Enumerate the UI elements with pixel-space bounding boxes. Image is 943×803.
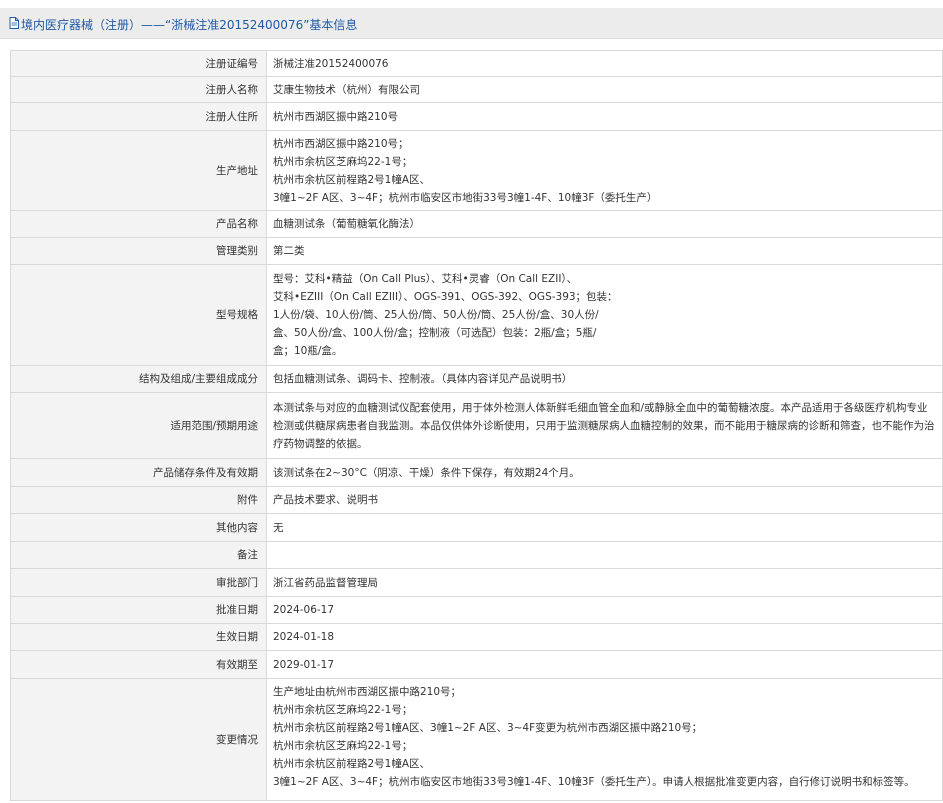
field-value: 第二类 xyxy=(266,237,943,265)
field-value: 型号：艾科•精益（On Call Plus）、艾科•灵睿（On Call EZI… xyxy=(266,264,943,366)
field-value-line: 杭州市西湖区振中路210号 xyxy=(273,110,399,123)
page-title: 境内医疗器械（注册）——“浙械注准20152400076”基本信息 xyxy=(21,18,358,32)
info-row: 产品储存条件及有效期 该测试条在2~30°C（阴凉、干燥）条件下保存，有效期24个… xyxy=(10,458,943,487)
field-value: 浙械注准20152400076 xyxy=(266,50,943,77)
field-label: 有效期至 xyxy=(10,650,267,679)
field-value: 杭州市西湖区振中路210号 xyxy=(266,102,943,131)
field-label: 产品储存条件及有效期 xyxy=(10,458,267,487)
info-row: 生产地址 杭州市西湖区振中路210号； 杭州市余杭区芝麻坞22-1号； 杭州市余杭区前… xyxy=(10,130,943,211)
field-value-line: 杭州市余杭区芝麻坞22-1号； xyxy=(273,704,413,716)
field-value: 浙江省药品监督管理局 xyxy=(266,568,943,597)
info-row: 生效日期 2024-01-18 xyxy=(10,623,943,651)
field-label: 生效日期 xyxy=(10,623,267,651)
field-value: 该测试条在2~30°C（阴凉、干燥）条件下保存，有效期24个月。 xyxy=(266,458,943,487)
field-value-line: 3幢1~2F A区、3~4F；杭州市临安区市地街33号3幢1-4F、10幢3F（… xyxy=(273,776,915,788)
info-table: 注册证编号 浙械注准20152400076 注册人名称 艾康生物技术（杭州）有限公司注… xyxy=(10,50,943,801)
document-icon xyxy=(9,17,19,29)
field-value-line: 浙械注准20152400076 xyxy=(273,57,389,70)
info-row: 变更情况 生产地址由杭州市西湖区振中路210号； 杭州市余杭区芝麻坞22-1号； 杭州… xyxy=(10,678,943,801)
info-row: 管理类别 第二类 xyxy=(10,237,943,265)
info-row: 有效期至 2029-01-17 xyxy=(10,650,943,679)
info-row: 适用范围/预期用途 本测试条与对应的血糖测试仪配套使用，用于体外检测人体新鲜毛细血… xyxy=(10,392,943,459)
field-value-line: 艾科•EZIII（On Call EZIII）、OGS-391、OGS-392、… xyxy=(273,291,618,303)
field-value-line: 第二类 xyxy=(273,245,305,257)
info-row: 备注 xyxy=(10,541,943,569)
field-value-line: 本测试条与对应的血糖测试仪配套使用，用于体外检测人体新鲜毛细血管全血和/或静脉全… xyxy=(273,401,935,450)
field-label: 变更情况 xyxy=(10,678,267,801)
field-label: 适用范围/预期用途 xyxy=(10,392,267,459)
info-row: 结构及组成/主要组成成分 包括血糖测试条、调码卡、控制液。（具体内容详见产品说明书… xyxy=(10,365,943,393)
info-row: 审批部门 浙江省药品监督管理局 xyxy=(10,568,943,597)
info-row: 型号规格 型号：艾科•精益（On Call Plus）、艾科•灵睿（On Call… xyxy=(10,264,943,366)
field-value-line: 杭州市余杭区前程路2号1幢A区、 xyxy=(273,173,431,186)
field-label: 管理类别 xyxy=(10,237,267,265)
info-row: 批准日期 2024-06-17 xyxy=(10,596,943,624)
field-value-line: 浙江省药品监督管理局 xyxy=(273,576,378,589)
field-value xyxy=(266,541,943,569)
page-header: 境内医疗器械（注册）——“浙械注准20152400076”基本信息 xyxy=(0,8,943,39)
field-value: 无 xyxy=(266,513,943,542)
field-label: 型号规格 xyxy=(10,264,267,366)
field-value-line: 杭州市余杭区芝麻坞22-1号； xyxy=(273,740,413,752)
field-value-line: 杭州市西湖区振中路210号； xyxy=(273,137,409,150)
field-value-line: 杭州市余杭区前程路2号1幢A区、3幢1~2F A区、3~4F变更为杭州市西湖区振… xyxy=(273,722,703,734)
field-value-line: 杭州市余杭区前程路2号1幢A区、 xyxy=(273,758,431,770)
info-row: 注册证编号 浙械注准20152400076 xyxy=(10,50,943,77)
info-row: 其他内容无 xyxy=(10,513,943,542)
field-value: 血糖测试条（葡萄糖氧化酶法） xyxy=(266,210,943,238)
field-value: 本测试条与对应的血糖测试仪配套使用，用于体外检测人体新鲜毛细血管全血和/或静脉全… xyxy=(266,392,943,459)
field-value-line: 2029-01-17 xyxy=(273,658,335,671)
field-value-line: 1人份/袋、10人份/筒、25人份/筒、50人份/筒、25人份/盒、30人份/ xyxy=(273,309,599,321)
field-value-line: 血糖测试条（葡萄糖氧化酶法） xyxy=(273,218,420,230)
field-value-line: 盒、50人份/盒、100人份/盒；控制液（可选配）包装：2瓶/盒；5瓶/ xyxy=(273,327,597,339)
field-label: 注册人名称 xyxy=(10,76,267,103)
field-value: 包括血糖测试条、调码卡、控制液。（具体内容详见产品说明书） xyxy=(266,365,943,393)
field-value-line: 2024-01-18 xyxy=(273,631,335,643)
field-value-line: 产品技术要求、说明书 xyxy=(273,494,378,506)
field-label: 备注 xyxy=(10,541,267,569)
field-value: 2029-01-17 xyxy=(266,650,943,679)
field-label: 审批部门 xyxy=(10,568,267,597)
info-row: 附件 产品技术要求、说明书 xyxy=(10,486,943,514)
field-value: 杭州市西湖区振中路210号； 杭州市余杭区芝麻坞22-1号； 杭州市余杭区前程路2号… xyxy=(266,130,943,211)
field-value-line: 生产地址由杭州市西湖区振中路210号； xyxy=(273,686,462,698)
field-value-line: 该测试条在2~30°C（阴凉、干燥）条件下保存，有效期24个月。 xyxy=(273,466,580,479)
field-value-line: 型号：艾科•精益（On Call Plus）、艾科•灵睿（On Call EZI… xyxy=(273,273,578,285)
field-value: 2024-01-18 xyxy=(266,623,943,651)
field-value-line: 无 xyxy=(273,521,284,534)
info-row: 注册人名称 艾康生物技术（杭州）有限公司 xyxy=(10,76,943,103)
field-value-line: 盒；10瓶/盒。 xyxy=(273,345,343,357)
field-label: 批准日期 xyxy=(10,596,267,624)
field-label: 结构及组成/主要组成成分 xyxy=(10,365,267,393)
field-label: 注册证编号 xyxy=(10,50,267,77)
field-value: 2024-06-17 xyxy=(266,596,943,624)
field-label: 附件 xyxy=(10,486,267,514)
field-value-line: 包括血糖测试条、调码卡、控制液。（具体内容详见产品说明书） xyxy=(273,373,573,385)
field-value-line: 艾康生物技术（杭州）有限公司 xyxy=(273,83,420,96)
info-row: 产品名称 血糖测试条（葡萄糖氧化酶法） xyxy=(10,210,943,238)
field-value: 生产地址由杭州市西湖区振中路210号； 杭州市余杭区芝麻坞22-1号； 杭州市余杭区… xyxy=(266,678,943,801)
field-label: 注册人住所 xyxy=(10,102,267,131)
field-label: 其他内容 xyxy=(10,513,267,542)
field-value: 产品技术要求、说明书 xyxy=(266,486,943,514)
info-row: 注册人住所 杭州市西湖区振中路210号 xyxy=(10,102,943,131)
field-label: 产品名称 xyxy=(10,210,267,238)
field-value: 艾康生物技术（杭州）有限公司 xyxy=(266,76,943,103)
field-value-line: 3幢1~2F A区、3~4F；杭州市临安区市地街33号3幢1-4F、10幢3F（… xyxy=(273,191,658,204)
field-value-line: 2024-06-17 xyxy=(273,604,335,616)
field-value-line: 杭州市余杭区芝麻坞22-1号； xyxy=(273,155,413,168)
field-label: 生产地址 xyxy=(10,130,267,211)
